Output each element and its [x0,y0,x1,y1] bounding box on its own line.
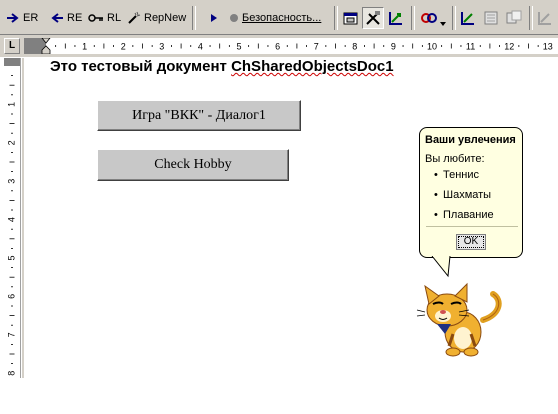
ruler-number: 7 [314,42,319,52]
indent-marker[interactable] [41,38,51,54]
ruler-number: 4 [198,42,203,52]
ruler-number: 7 [6,332,16,337]
ruler-number: 1 [6,102,16,107]
chevron-down-icon [440,22,446,26]
horizontal-ruler[interactable]: 1 2 3 4 5 6 7 8 9 10 11 12 13 [24,38,558,54]
balloon-tail [431,256,451,278]
tab-selector-button[interactable]: L [4,38,20,54]
ruler-bar: L 1 2 3 4 5 6 7 8 9 10 11 12 13 [0,35,558,57]
check-hobby-button[interactable]: Check Hobby [97,149,289,181]
key-icon [88,14,103,22]
ruler-number: 9 [391,42,396,52]
rl-label: RL [107,12,122,24]
ok-button[interactable]: OK [456,234,486,250]
tools-button[interactable] [362,7,384,29]
properties-icon [484,11,498,25]
exit-design-icon [538,12,551,25]
re-label: RE [67,12,83,24]
vertical-ruler[interactable]: 1 2 3 4 5 6 7 8 [4,58,21,378]
toolbar-separator [529,6,533,30]
toolbar-separator [334,6,338,30]
hobby-item-chess[interactable]: Шахматы [434,189,517,201]
ruler-number: 6 [275,42,280,52]
repnew-button[interactable]: RepNew [127,8,186,28]
ruler-number: 6 [6,294,16,299]
ruler-number: 8 [352,42,357,52]
properties-button[interactable] [480,7,502,29]
wand-icon [128,11,141,24]
ruler-number: 13 [543,42,553,52]
arrow-left-icon [51,13,63,23]
view-code-button[interactable] [503,7,525,29]
visual-basic-button[interactable] [340,7,362,29]
design-mode-button[interactable] [385,7,407,29]
ruler-ticks: 1 2 3 4 5 6 7 8 9 10 11 12 13 [55,42,553,52]
design-mode-button-2[interactable] [457,7,479,29]
document-title-prefix: Это тестовый документ [50,58,232,75]
toolbar-separator [452,6,456,30]
repnew-label: RepNew [144,12,187,24]
ruler-number: 2 [121,42,126,52]
more-controls-button[interactable] [418,7,440,29]
er-button[interactable]: ER [6,8,38,28]
toolbar: ER RE RL RepNew Безопасность... [0,0,558,35]
balloon-title: Ваши увлечения [425,134,516,146]
exit-design-button[interactable] [534,7,556,29]
design-ruler-icon [389,12,402,25]
play-icon [211,14,217,22]
page-edge [22,58,24,378]
view-code-icon [506,10,522,24]
document-title: Это тестовый документ ChSharedObjectsDoc… [50,58,394,75]
document-title-name: ChSharedObjectsDoc1 [231,58,394,75]
ruler-number: 11 [466,42,475,52]
ruler-number: 3 [6,179,16,184]
ruler-number: 10 [427,42,437,52]
rl-button[interactable]: RL [88,8,121,28]
hobby-item-tennis[interactable]: Теннис [434,169,517,181]
ruler-number: 8 [6,371,16,376]
arrow-right-icon [7,13,19,23]
ruler-number: 5 [6,255,16,260]
toolbar-separator [411,6,415,30]
ruler-number: 12 [504,42,514,52]
design-ruler-icon [461,12,474,25]
security-label: Безопасность... [242,12,322,24]
re-button[interactable]: RE [50,8,82,28]
tools-icon [366,11,380,25]
ruler-number: 3 [159,42,164,52]
ruler-number: 1 [82,42,87,52]
hobby-item-swimming[interactable]: Плавание [434,209,517,221]
hobby-list: Теннис Шахматы Плавание [425,169,517,221]
security-button[interactable]: Безопасность... [229,8,321,28]
controls-icon [421,13,437,23]
office-assistant-cat-icon[interactable] [415,280,505,360]
ruler-number: 5 [236,42,241,52]
ruler-number: 4 [6,217,16,222]
more-controls-dropdown[interactable] [440,14,446,34]
balloon-question: Вы любите: [425,153,485,165]
run-button[interactable] [203,7,225,29]
record-dot-icon [230,14,238,22]
form-icon [343,12,358,25]
vertical-ruler-ticks: 1 2 3 4 5 6 7 8 [6,75,16,376]
er-label: ER [23,12,39,24]
toolbar-separator [192,6,196,30]
ruler-number: 2 [6,140,16,145]
dialog-button[interactable]: Игра "ВКК" - Диалог1 [97,100,301,131]
balloon-divider [426,226,518,227]
assistant-balloon: Ваши увлечения Вы любите: Теннис Шахматы… [419,127,523,258]
page-bottom-area [0,378,558,414]
